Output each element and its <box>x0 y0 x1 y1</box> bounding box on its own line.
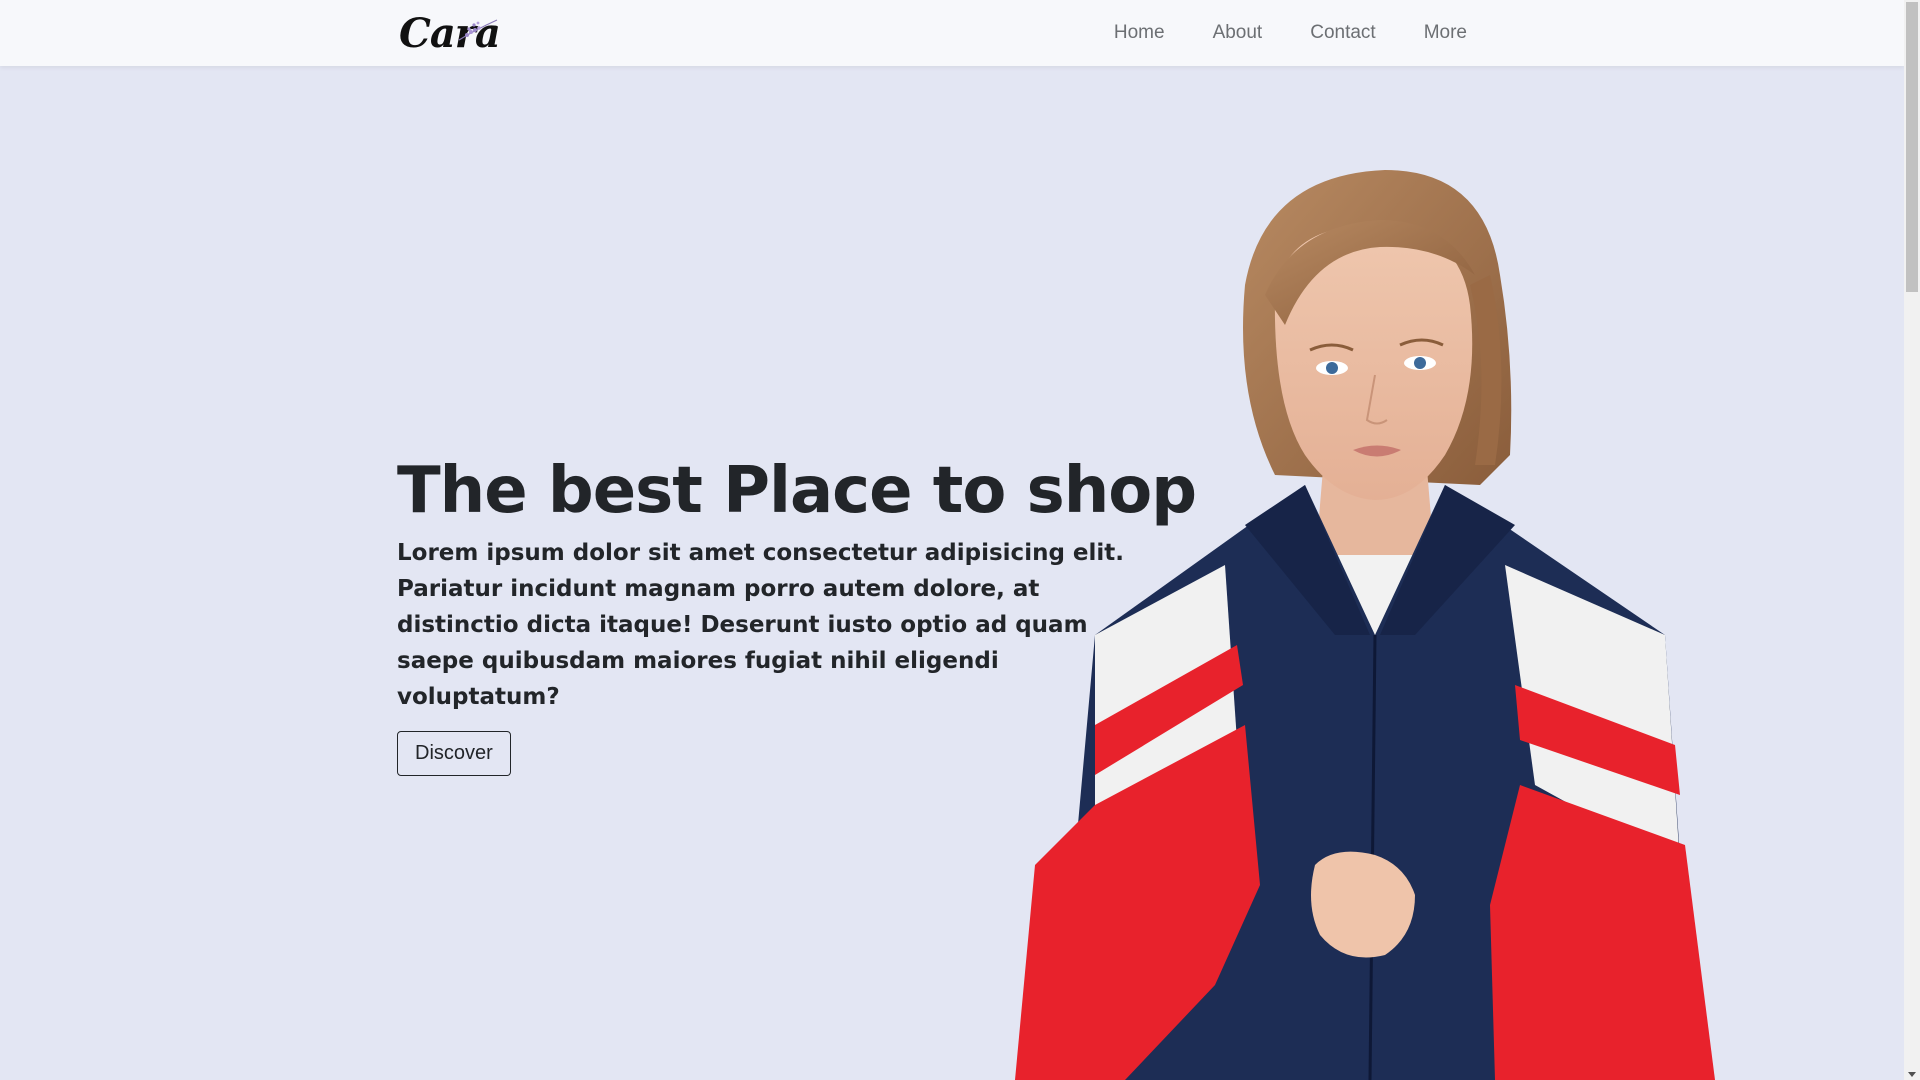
model-eye-right <box>1414 357 1426 369</box>
nav-contact[interactable]: Contact <box>1310 22 1375 43</box>
navbar: Cara Home About Contact More <box>0 0 1904 66</box>
nav-more[interactable]: More <box>1424 22 1467 43</box>
hero-description: Lorem ipsum dolor sit amet consectetur a… <box>397 540 1125 710</box>
nav-links: Home About Contact More <box>1114 0 1467 66</box>
scroll-down-arrow-icon[interactable] <box>1908 1072 1916 1077</box>
hero-section: The best Place to shop Lorem ipsum dolor… <box>397 454 1197 776</box>
model-eye-left <box>1326 362 1338 374</box>
scrollbar-thumb[interactable] <box>1906 2 1918 292</box>
discover-button[interactable]: Discover <box>397 731 511 776</box>
nav-about[interactable]: About <box>1213 22 1263 43</box>
hero-title: The best Place to shop <box>397 454 1197 528</box>
nav-home[interactable]: Home <box>1114 22 1165 43</box>
lavender-sprig-icon <box>458 19 498 41</box>
vertical-scrollbar[interactable] <box>1904 0 1920 1080</box>
brand-logo[interactable]: Cara <box>397 8 507 57</box>
